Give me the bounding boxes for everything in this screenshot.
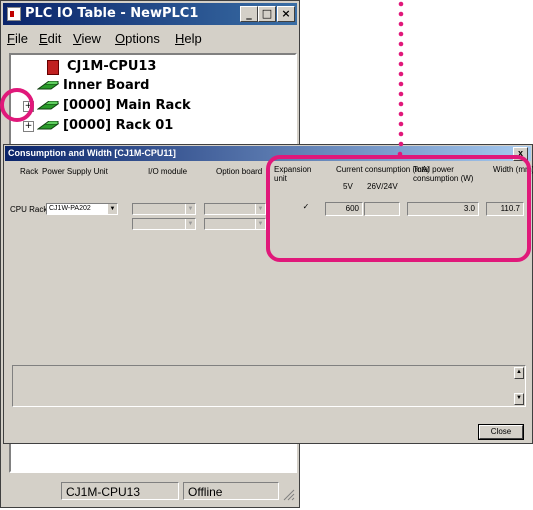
menu-options[interactable]: Options bbox=[115, 31, 160, 46]
tree-item-label: Inner Board bbox=[63, 78, 150, 93]
rack-icon bbox=[37, 81, 59, 90]
tree-item-label: [0000] Main Rack bbox=[63, 98, 191, 113]
maximize-button[interactable]: □ bbox=[258, 6, 276, 22]
scroll-down-icon[interactable]: ▼ bbox=[514, 393, 524, 405]
status-mode: Offline bbox=[183, 482, 279, 500]
chevron-down-icon: ▼ bbox=[185, 204, 195, 214]
scroll-up-icon[interactable]: ▲ bbox=[514, 367, 524, 379]
io-module-select-1: ▼ bbox=[132, 203, 196, 215]
menu-help[interactable]: Help bbox=[175, 31, 202, 46]
header-power-supply: Power Supply Unit bbox=[42, 167, 108, 176]
header-option-board: Option board bbox=[216, 167, 263, 176]
header-io-module: I/O module bbox=[148, 167, 188, 176]
resize-grip-icon[interactable] bbox=[283, 489, 295, 501]
power-supply-value: CJ1W-PA202 bbox=[49, 205, 91, 212]
menu-bar: File Edit View Options Help bbox=[3, 28, 297, 48]
status-device: CJ1M-CPU13 bbox=[61, 482, 179, 500]
chevron-down-icon: ▼ bbox=[255, 204, 265, 214]
menu-edit[interactable]: Edit bbox=[39, 31, 61, 46]
plc-window-titlebar[interactable]: PLC IO Table - NewPLC1 _ □ × bbox=[3, 3, 297, 25]
close-button[interactable]: × bbox=[277, 6, 295, 22]
option-board-select-2: ▼ bbox=[204, 218, 266, 230]
menu-view[interactable]: View bbox=[73, 31, 101, 46]
io-module-select-2: ▼ bbox=[132, 218, 196, 230]
power-supply-select[interactable]: CJ1W-PA202 ▼ bbox=[46, 203, 118, 215]
minimize-button[interactable]: _ bbox=[240, 6, 258, 22]
plc-window-title: PLC IO Table - NewPLC1 bbox=[25, 6, 199, 21]
message-area: ▲ ▼ bbox=[12, 365, 526, 407]
chevron-down-icon: ▼ bbox=[107, 204, 117, 214]
dialog-title: Consumption and Width [CJ1M-CPU11] bbox=[8, 148, 176, 158]
menu-file[interactable]: File bbox=[7, 31, 28, 46]
dotted-pointer-line bbox=[397, 1, 404, 157]
highlight-circle bbox=[0, 88, 34, 122]
tree-item-cpu[interactable]: CJ1M-CPU13 bbox=[11, 57, 291, 77]
option-board-select-1: ▼ bbox=[204, 203, 266, 215]
status-bar: CJ1M-CPU13 Offline bbox=[9, 479, 297, 503]
header-rack: Rack bbox=[20, 167, 39, 176]
rack-icon bbox=[37, 121, 59, 130]
cpu-icon bbox=[47, 60, 59, 75]
tree-item-label: [0000] Rack 01 bbox=[63, 118, 174, 133]
row-label-cpu-rack: CPU Rack bbox=[10, 205, 48, 214]
rack-icon bbox=[37, 101, 59, 110]
tree-item-inner-board[interactable]: Inner Board bbox=[11, 76, 291, 96]
tree-item-rack-01[interactable]: + [0000] Rack 01 bbox=[11, 116, 291, 136]
close-dialog-button[interactable]: Close bbox=[478, 424, 524, 440]
tree-item-label: CJ1M-CPU13 bbox=[67, 59, 157, 74]
plc-io-table-icon bbox=[7, 7, 21, 21]
expand-icon[interactable]: + bbox=[23, 121, 34, 132]
highlight-rectangle bbox=[266, 155, 531, 262]
chevron-down-icon: ▼ bbox=[255, 219, 265, 229]
tree-item-main-rack[interactable]: + [0000] Main Rack bbox=[11, 96, 291, 116]
chevron-down-icon: ▼ bbox=[185, 219, 195, 229]
